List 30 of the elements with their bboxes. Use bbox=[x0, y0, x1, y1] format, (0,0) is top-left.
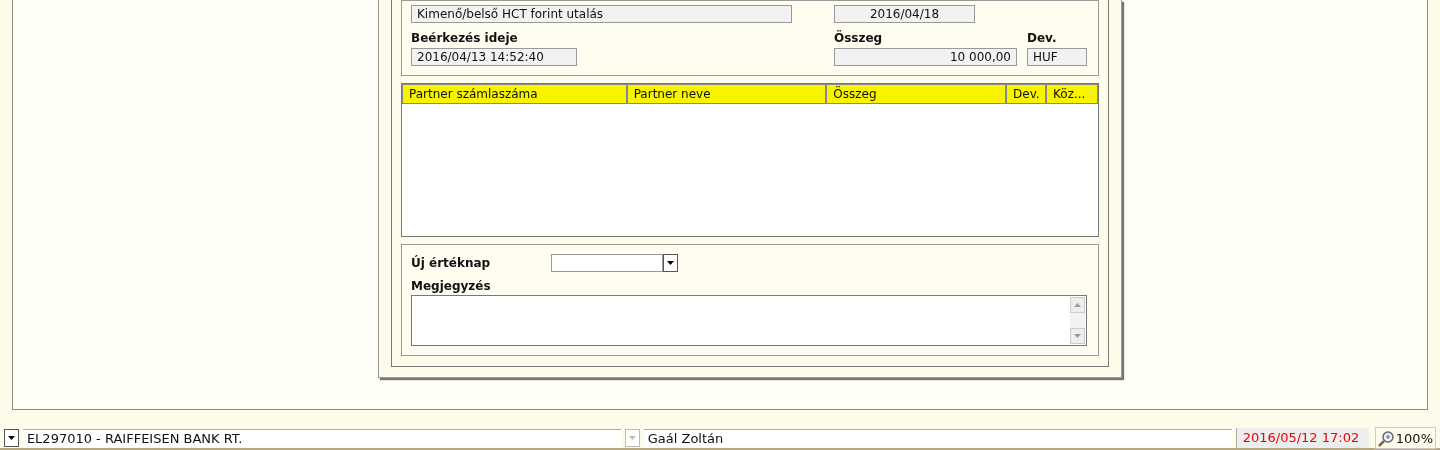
bank-field[interactable]: EL297010 - RAIFFEISEN BANK RT. bbox=[22, 429, 621, 447]
amount-field[interactable]: 10 000,00 bbox=[834, 48, 1017, 66]
up-arrow-icon bbox=[1074, 303, 1081, 307]
magnifier-icon bbox=[1377, 429, 1395, 447]
column-header[interactable]: Dev. bbox=[1006, 84, 1047, 104]
new-date-field[interactable] bbox=[551, 254, 663, 272]
column-header[interactable]: Partner számlaszáma bbox=[402, 84, 627, 104]
note-field[interactable] bbox=[411, 295, 1087, 346]
arrival-field[interactable]: 2016/04/13 14:52:40 bbox=[411, 48, 577, 66]
dropdown-button[interactable] bbox=[663, 254, 678, 272]
date-field[interactable]: 2016/04/18 bbox=[834, 5, 975, 23]
down-arrow-icon bbox=[628, 436, 636, 440]
type-field[interactable]: Kimenő/belső HCT forint utalás bbox=[411, 5, 792, 23]
arrival-label: Beérkezés ideje bbox=[411, 31, 519, 46]
column-header[interactable]: Összeg bbox=[826, 84, 1007, 104]
currency-field[interactable]: HUF bbox=[1027, 48, 1087, 66]
down-arrow-icon bbox=[1074, 334, 1081, 338]
scrollbar[interactable] bbox=[1070, 297, 1085, 344]
user-name: Gaál Zoltán bbox=[643, 429, 1232, 447]
bank-dropdown-button[interactable] bbox=[4, 429, 19, 447]
new-date-label: Új értéknap bbox=[411, 255, 492, 271]
zoom-control[interactable]: 100% bbox=[1374, 427, 1436, 449]
datetime-text: 2016/05/12 17:02 bbox=[1235, 428, 1369, 448]
amount-label: Összeg bbox=[834, 31, 884, 46]
note-label: Megjegyzés bbox=[411, 279, 491, 293]
down-arrow-icon bbox=[667, 261, 674, 265]
column-header[interactable]: Partner neve bbox=[626, 84, 827, 104]
down-arrow-icon bbox=[7, 436, 15, 440]
column-header[interactable]: Köz... bbox=[1046, 84, 1098, 104]
currency-label: Dev. bbox=[1027, 31, 1058, 46]
